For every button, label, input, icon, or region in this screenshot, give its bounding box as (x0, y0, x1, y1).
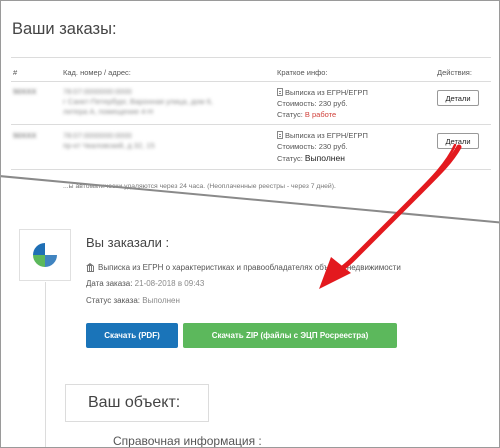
col-header-number: # (13, 68, 18, 77)
download-pdf-button[interactable]: Скачать (PDF) (86, 323, 178, 348)
col-header-address: Кад. номер / адрес: (63, 68, 131, 77)
cadastral-number: 78:07:0000000:0000 (63, 87, 132, 96)
ordered-heading: Вы заказали : (86, 235, 170, 250)
rosreestr-logo-icon (33, 243, 57, 267)
info-cost: Стоимость: 230 руб. (277, 99, 348, 108)
red-arrow-annotation (319, 143, 462, 289)
order-number: 50XXX (13, 131, 37, 140)
rosreestr-logo (19, 229, 71, 281)
bank-icon (86, 263, 95, 272)
order-date: Дата заказа: 21-08-2018 в 09:43 (86, 279, 205, 288)
page-title: Ваши заказы: (12, 20, 117, 38)
order-number: 50XXX (13, 87, 37, 96)
col-header-info: Краткое инфо: (277, 68, 328, 77)
document-icon (277, 88, 283, 96)
status-badge: В работе (304, 110, 337, 119)
order-status: Статус заказа: Выполнен (86, 296, 180, 305)
document-icon (277, 131, 283, 139)
object-title: Ваш объект: (88, 394, 181, 411)
address-line: г Санкт-Петербург, Варонная улица, дом 6… (63, 97, 213, 106)
timeline-line (45, 282, 46, 447)
info-status: Статус: В работе (277, 110, 337, 119)
details-button[interactable]: Детали (437, 90, 479, 106)
row-divider (11, 124, 491, 125)
table-header-divider (11, 81, 491, 82)
cadastral-number: 78:07:0000000:0000 (63, 131, 132, 140)
address-line: пр-кт Чкаловский, д 32, 15 (63, 141, 155, 150)
info-type: Выписка из ЕГРН/ЕГРП (277, 88, 368, 99)
info-type: Выписка из ЕГРН/ЕГРП (277, 131, 368, 142)
divider (11, 57, 491, 58)
col-header-actions: Действия: (437, 68, 472, 77)
object-title-box: Ваш объект: (65, 384, 209, 422)
address-line: литера А, помещение 4-Н (63, 107, 154, 116)
reference-title: Справочная информация : (113, 434, 262, 448)
download-zip-button[interactable]: Скачать ZIP (файлы с ЭЦП Росреестра) (183, 323, 397, 348)
screenshot-frame: Ваши заказы: # Кад. номер / адрес: Кратк… (0, 0, 500, 448)
